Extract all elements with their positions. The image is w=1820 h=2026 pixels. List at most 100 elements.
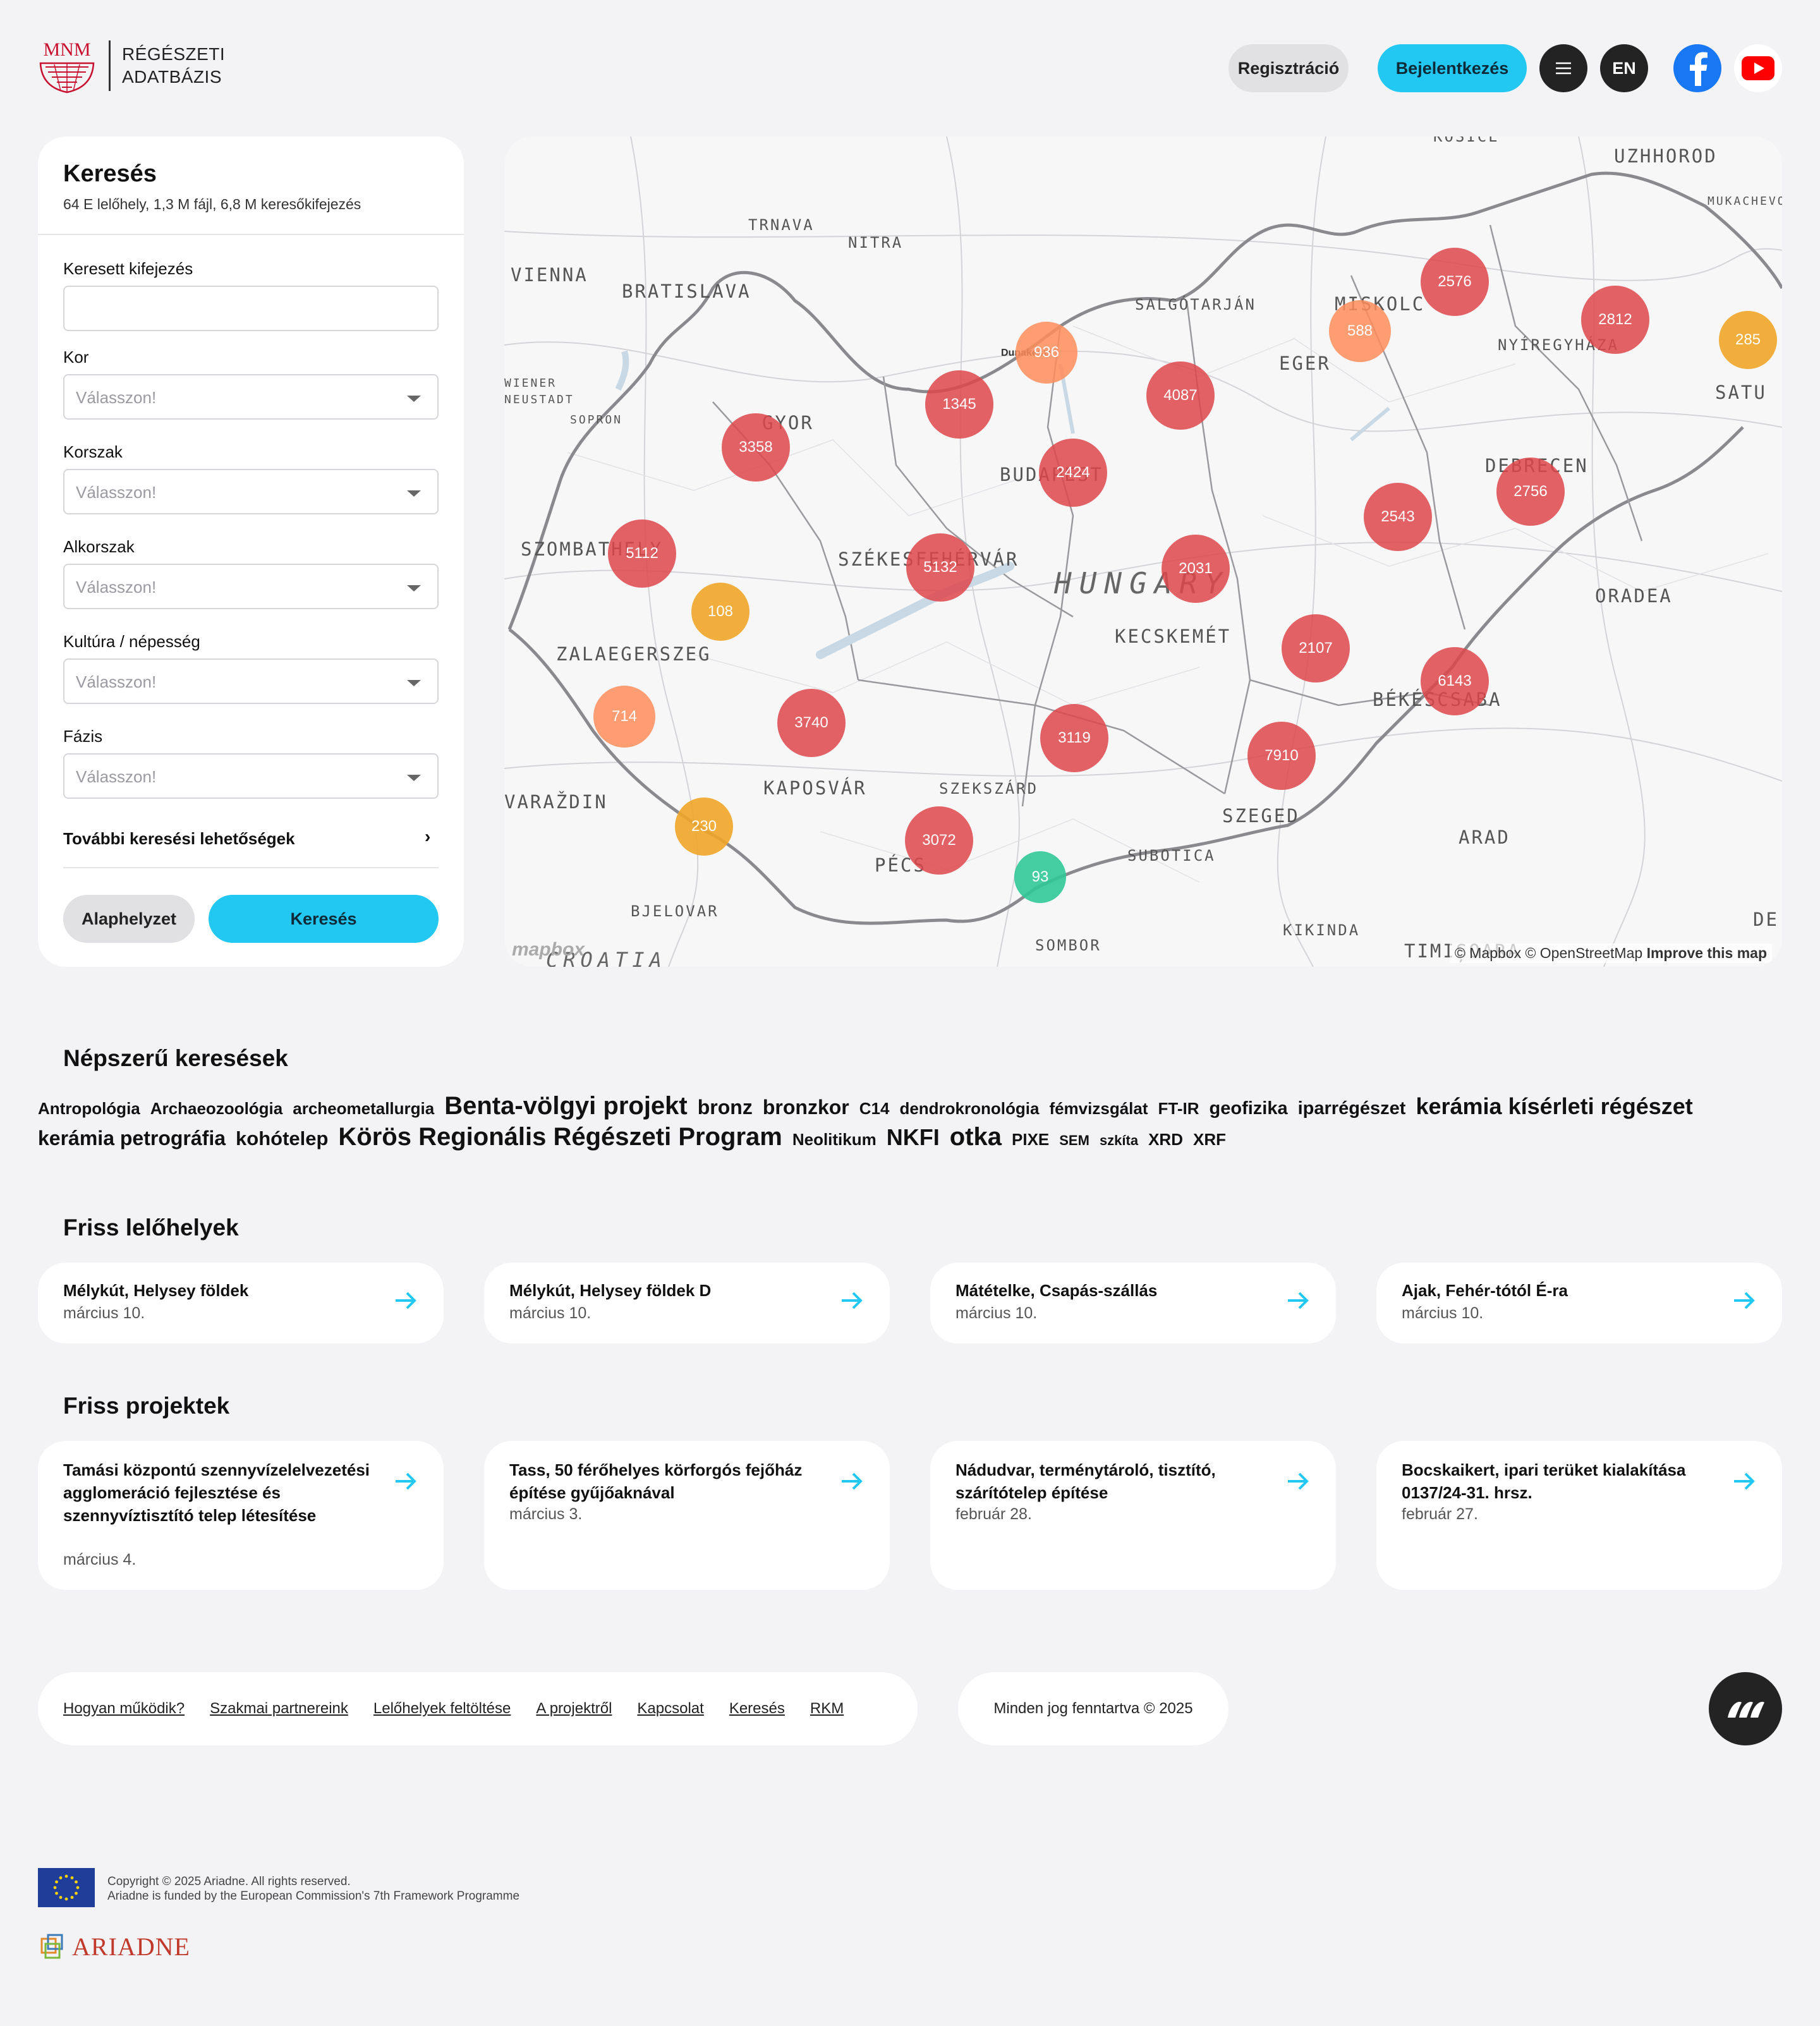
map-cluster-marker[interactable]: 7910: [1247, 722, 1316, 790]
recent-site-card[interactable]: Ajak, Fehér-tótól É-ra március 10.: [1376, 1263, 1782, 1344]
footer-link-rkm[interactable]: RKM: [810, 1700, 844, 1718]
footer-link-about-project[interactable]: A projektről: [536, 1700, 612, 1718]
search-button[interactable]: Keresés: [209, 895, 439, 943]
popular-search-tag[interactable]: FT-IR: [1158, 1099, 1199, 1119]
project-name: Tass, 50 férőhelyes körforgós fejőház ép…: [509, 1460, 803, 1502]
popular-search-tag[interactable]: Körös Regionális Régészeti Program: [338, 1123, 782, 1151]
map-cluster-marker[interactable]: 5112: [608, 519, 676, 588]
youtube-link[interactable]: [1734, 44, 1782, 92]
register-button[interactable]: Regisztráció: [1228, 44, 1349, 92]
map-cluster-marker[interactable]: 2576: [1421, 248, 1489, 316]
select-placeholder: Válasszon!: [76, 672, 157, 691]
map-cluster-marker[interactable]: 2543: [1364, 483, 1432, 551]
popular-search-tag[interactable]: otka: [950, 1123, 1002, 1151]
popular-search-tag[interactable]: XRD: [1148, 1130, 1183, 1149]
phase-select[interactable]: Válasszon!: [63, 753, 439, 799]
map-cluster-marker[interactable]: 4087: [1146, 361, 1215, 430]
map-cluster-marker[interactable]: 2424: [1039, 439, 1107, 507]
mnm-logo-icon: MNM: [39, 39, 95, 94]
site-logo[interactable]: MNM RÉGÉSZETI ADATBÁZIS: [37, 38, 226, 94]
improve-map-link[interactable]: Improve this map: [1647, 945, 1767, 961]
recent-site-card[interactable]: Mátételke, Csapás-szállás március 10.: [930, 1263, 1336, 1344]
site-date: március 10.: [509, 1304, 592, 1322]
map-cluster-marker[interactable]: 5132: [906, 533, 974, 602]
footer-link-upload-sites[interactable]: Lelőhelyek feltöltése: [373, 1700, 511, 1718]
footer-link-partners[interactable]: Szakmai partnereink: [210, 1700, 348, 1718]
popular-search-tag[interactable]: szkíta: [1100, 1132, 1138, 1149]
more-options-toggle[interactable]: További keresési lehetőségek: [63, 829, 295, 849]
popular-search-tag[interactable]: SEM: [1059, 1132, 1089, 1149]
popular-search-tag[interactable]: kerámia petrográfia: [38, 1127, 226, 1150]
popular-search-tag[interactable]: XRF: [1193, 1130, 1226, 1149]
map-attribution-text[interactable]: © Mapbox © OpenStreetMap: [1455, 945, 1642, 961]
reset-button[interactable]: Alaphelyzet: [63, 895, 195, 943]
map-view[interactable]: KOSICE UZHHOROD MUKACHEVO TRNAVA NITRA V…: [504, 136, 1782, 967]
map-city-label: VARAŽDIN: [504, 791, 608, 813]
mapbox-logo[interactable]: mapbox: [512, 939, 585, 961]
map-cluster-marker[interactable]: 936: [1016, 322, 1077, 384]
ariadne-logo[interactable]: ARIADNE: [40, 1930, 190, 1963]
popular-search-tag[interactable]: PIXE: [1012, 1130, 1049, 1149]
subperiod-select[interactable]: Válasszon!: [63, 564, 439, 609]
recent-project-card[interactable]: Tass, 50 férőhelyes körforgós fejőház ép…: [484, 1441, 890, 1590]
login-button[interactable]: Bejelentkezés: [1378, 44, 1527, 92]
map-cluster-marker[interactable]: 230: [675, 798, 733, 856]
recent-project-card[interactable]: Nádudvar, terménytároló, tisztító, szárí…: [930, 1441, 1336, 1590]
period-select[interactable]: Válasszon!: [63, 469, 439, 514]
map-cluster-marker[interactable]: 1345: [925, 370, 993, 439]
age-select[interactable]: Válasszon!: [63, 374, 439, 420]
chevron-right-icon[interactable]: ›: [425, 827, 430, 847]
map-city-label: VIENNA: [511, 264, 588, 286]
popular-searches-title: Népszerű keresések: [63, 1045, 288, 1071]
partner-badge-link[interactable]: [1709, 1672, 1782, 1745]
map-cluster-marker[interactable]: 2031: [1162, 535, 1230, 603]
popular-search-tag[interactable]: dendrokronológia: [899, 1099, 1039, 1119]
footer-link-search[interactable]: Keresés: [729, 1700, 785, 1718]
query-input[interactable]: [63, 286, 439, 331]
popular-search-tag[interactable]: Benta-völgyi projekt: [444, 1092, 688, 1120]
map-cluster-marker[interactable]: 3740: [777, 689, 846, 757]
map-cluster-marker[interactable]: 285: [1719, 311, 1777, 369]
facebook-link[interactable]: [1673, 44, 1721, 92]
arrow-right-icon: [1734, 1292, 1755, 1309]
site-name: Ajak, Fehér-tótól É-ra: [1402, 1281, 1568, 1300]
logo-title-line1: RÉGÉSZETI: [122, 44, 226, 64]
map-city-label: ORADEA: [1595, 585, 1673, 607]
popular-search-tag[interactable]: bronz: [698, 1096, 753, 1119]
popular-search-tag[interactable]: fémvizsgálat: [1049, 1099, 1148, 1119]
popular-search-tag[interactable]: bronzkor: [763, 1096, 849, 1119]
map-city-label: KOSICE: [1433, 136, 1500, 145]
popular-search-tag[interactable]: geofizika: [1210, 1098, 1288, 1119]
map-cluster-marker[interactable]: 108: [691, 583, 749, 641]
map-cluster-marker[interactable]: 2756: [1496, 458, 1565, 526]
divider: [63, 867, 439, 868]
popular-search-tag[interactable]: kerámia kísérleti régészet: [1416, 1093, 1692, 1120]
popular-search-tag[interactable]: Antropológia: [38, 1099, 140, 1119]
recent-site-card[interactable]: Mélykút, Helysey földek D március 10.: [484, 1263, 890, 1344]
map-cluster-marker[interactable]: 93: [1014, 851, 1066, 903]
popular-search-tag[interactable]: archeometallurgia: [293, 1099, 434, 1119]
map-cluster-marker[interactable]: 3119: [1040, 704, 1108, 772]
popular-search-tag[interactable]: kohótelep: [236, 1127, 328, 1150]
map-cluster-marker[interactable]: 3358: [722, 413, 790, 482]
map-cluster-marker[interactable]: 6143: [1421, 647, 1489, 715]
recent-site-card[interactable]: Mélykút, Helysey földek március 10.: [38, 1263, 444, 1344]
popular-search-tag[interactable]: Archaeozoológia: [150, 1099, 282, 1119]
project-name: Tamási központú szennyvízelelvezetési ag…: [63, 1460, 370, 1525]
map-cluster-marker[interactable]: 588: [1329, 300, 1391, 362]
menu-button[interactable]: [1539, 44, 1587, 92]
footer-link-contact[interactable]: Kapcsolat: [637, 1700, 703, 1718]
popular-search-tag[interactable]: NKFI: [887, 1124, 940, 1151]
footer-link-how-it-works[interactable]: Hogyan működik?: [63, 1700, 185, 1718]
recent-project-card[interactable]: Bocskaikert, ipari terüket kialakítása 0…: [1376, 1441, 1782, 1590]
map-cluster-marker[interactable]: 3072: [905, 806, 973, 875]
language-switch-button[interactable]: EN: [1600, 44, 1648, 92]
popular-search-tag[interactable]: Neolitikum: [792, 1130, 877, 1149]
map-cluster-marker[interactable]: 2107: [1282, 614, 1350, 682]
map-cluster-marker[interactable]: 714: [593, 686, 655, 748]
culture-select[interactable]: Válasszon!: [63, 658, 439, 704]
map-cluster-marker[interactable]: 2812: [1581, 286, 1649, 354]
recent-project-card[interactable]: Tamási központú szennyvízelelvezetési ag…: [38, 1441, 444, 1590]
popular-search-tag[interactable]: iparrégészet: [1298, 1098, 1406, 1119]
popular-search-tag[interactable]: C14: [859, 1099, 890, 1119]
